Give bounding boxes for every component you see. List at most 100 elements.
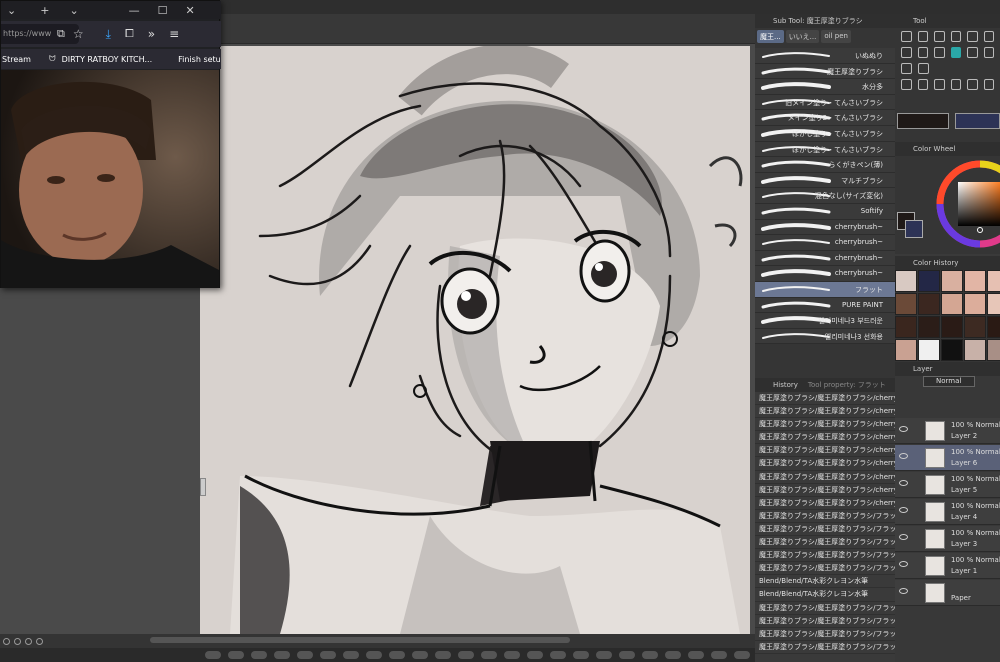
history-tab[interactable]: History: [773, 381, 798, 389]
color-swatch[interactable]: [895, 270, 917, 292]
brush-item[interactable]: PURE PAINT: [755, 297, 895, 314]
toolbar-slot[interactable]: [734, 651, 750, 659]
visibility-eye-icon[interactable]: [899, 507, 908, 513]
subtool-tab[interactable]: 魔王...: [757, 30, 784, 43]
toolbar-slot[interactable]: [550, 651, 566, 659]
toolbar-slot[interactable]: [412, 651, 428, 659]
layer-row[interactable]: 100 % Normal Layer 3: [895, 526, 1000, 552]
wheel-sub-color[interactable]: [905, 220, 923, 238]
drawing-canvas[interactable]: [200, 46, 750, 634]
visibility-eye-icon[interactable]: [899, 453, 908, 459]
layer-row[interactable]: 100 % Normal Layer 2: [895, 418, 1000, 444]
overflow-icon[interactable]: »: [148, 27, 155, 41]
brush-item[interactable]: ぼかし塗り・てんさいブラシ: [755, 125, 895, 142]
bookmark-star-icon[interactable]: ☆: [73, 27, 84, 41]
toolbar-slot[interactable]: [458, 651, 474, 659]
subtool-tab[interactable]: いいえ...: [785, 30, 820, 43]
color-swatch[interactable]: [918, 316, 940, 338]
toolbar-slot[interactable]: [665, 651, 681, 659]
layer-row[interactable]: Paper: [895, 580, 1000, 606]
toolbar-slot[interactable]: [389, 651, 405, 659]
sub-color-swatch[interactable]: [955, 113, 1000, 129]
new-tab-button[interactable]: +: [40, 4, 49, 17]
history-item[interactable]: 魔王厚塗りブラシ/魔王厚塗りブラシ/フラット: [755, 523, 895, 537]
brush-item[interactable]: ぼかし塗り・てんさいブラシ: [755, 141, 895, 158]
main-color-swatch[interactable]: [897, 113, 949, 129]
brush-item[interactable]: 엘리미네나3 부드러운: [755, 313, 895, 329]
brush-item[interactable]: cherrybrush~: [755, 266, 895, 282]
brush-item[interactable]: らくがきペン(薄): [755, 157, 895, 173]
history-item[interactable]: 魔王厚塗りブラシ/魔王厚塗りブラシ/cherrybrush~: [755, 457, 895, 471]
toolbar-slot[interactable]: [688, 651, 704, 659]
history-item[interactable]: 魔王厚塗りブラシ/魔王厚塗りブラシ/cherrybrush~: [755, 405, 895, 419]
brush-tool-icon[interactable]: [950, 46, 961, 58]
move-tool-icon[interactable]: [934, 30, 945, 42]
bookmark-item[interactable]: Finish setup: [178, 55, 221, 64]
flip-icon[interactable]: [36, 637, 43, 645]
color-swatch[interactable]: [964, 339, 986, 361]
color-swatch[interactable]: [964, 293, 986, 315]
color-swatch[interactable]: [941, 293, 963, 315]
toolbar-slot[interactable]: [343, 651, 359, 659]
color-swatch[interactable]: [941, 270, 963, 292]
color-swatch[interactable]: [895, 339, 917, 361]
history-item[interactable]: 魔王厚塗りブラシ/魔王厚塗りブラシ/cherrybrush~: [755, 497, 895, 510]
color-swatch[interactable]: [987, 293, 1000, 315]
download-icon[interactable]: ⤓: [106, 27, 111, 42]
layer-row[interactable]: 100 % Normal Layer 6: [895, 445, 1000, 471]
decoration-tool-icon[interactable]: [901, 62, 912, 74]
color-mix-tool-icon[interactable]: [934, 46, 945, 58]
color-swatch[interactable]: [964, 270, 986, 292]
airbrush-tool-icon[interactable]: [967, 46, 978, 58]
history-item[interactable]: 魔王厚塗りブラシ/魔王厚塗りブラシ/フラット: [755, 602, 895, 615]
toolbar-slot[interactable]: [228, 651, 244, 659]
history-item[interactable]: 魔王厚塗りブラシ/魔王厚塗りブラシ/フラット: [755, 549, 895, 563]
operation-tool-icon[interactable]: [950, 30, 961, 42]
history-item[interactable]: 魔王厚塗りブラシ/魔王厚塗りブラシ/cherrybrush~: [755, 444, 895, 458]
maximize-button[interactable]: ☐: [158, 4, 168, 17]
color-swatch[interactable]: [895, 293, 917, 315]
brush-item[interactable]: cherrybrush~: [755, 219, 895, 236]
layer-row[interactable]: 100 % Normal Layer 4: [895, 499, 1000, 525]
hand-tool-icon[interactable]: [917, 30, 928, 42]
horizontal-scrollbar[interactable]: [150, 637, 570, 643]
screenshot-icon[interactable]: ⧉: [57, 27, 65, 41]
subtool-tab[interactable]: oil pen: [821, 30, 851, 43]
brush-item[interactable]: フラット: [755, 281, 895, 298]
pencil-tool-icon[interactable]: [917, 46, 928, 58]
brush-item[interactable]: 水分多: [755, 79, 895, 95]
canvas-edge-handle[interactable]: [200, 478, 206, 496]
brush-item[interactable]: いぬぬり: [755, 48, 895, 64]
brush-item[interactable]: 混色なし(サイズ変化): [755, 188, 895, 204]
brush-item[interactable]: 魔王厚塗りブラシ: [755, 63, 895, 80]
fill-tool-icon[interactable]: [901, 78, 912, 90]
toolbar-slot[interactable]: [251, 651, 267, 659]
toolbar-slot[interactable]: [573, 651, 589, 659]
figure-tool-icon[interactable]: [934, 78, 945, 90]
visibility-eye-icon[interactable]: [899, 561, 908, 567]
blend-mode-select[interactable]: Normal: [923, 376, 975, 387]
color-swatch[interactable]: [918, 293, 940, 315]
history-item[interactable]: 魔王厚塗りブラシ/魔王厚塗りブラシ/フラット: [755, 562, 895, 576]
close-button[interactable]: ✕: [186, 4, 195, 17]
extensions-icon[interactable]: ⧠: [125, 27, 134, 41]
color-swatch[interactable]: [987, 270, 1000, 292]
toolbar-slot[interactable]: [527, 651, 543, 659]
toolbar-slot[interactable]: [481, 651, 497, 659]
color-wheel[interactable]: [935, 156, 1000, 252]
grid-tool-icon[interactable]: [918, 62, 929, 74]
history-item[interactable]: 魔王厚塗りブラシ/魔王厚塗りブラシ/cherrybrush~: [755, 484, 895, 497]
color-swatch[interactable]: [987, 339, 1000, 361]
history-item[interactable]: 魔王厚塗りブラシ/魔王厚塗りブラシ/フラット: [755, 536, 895, 550]
history-item[interactable]: 魔王厚塗りブラシ/魔王厚塗りブラシ/cherrybrush~: [755, 471, 895, 484]
brush-item[interactable]: マルチブラシ: [755, 172, 895, 189]
video-player[interactable]: [1, 70, 219, 288]
url-input[interactable]: [1, 24, 79, 44]
rotate-right-icon[interactable]: [25, 637, 32, 645]
history-item[interactable]: 魔王厚塗りブラシ/魔王厚塗りブラシ/cherrybrush~: [755, 418, 895, 432]
zoom-tool-icon[interactable]: [901, 30, 912, 42]
visibility-eye-icon[interactable]: [899, 534, 908, 540]
toolbar-slot[interactable]: [596, 651, 612, 659]
tab-dropdown-icon[interactable]: ⌄: [7, 4, 16, 17]
eraser-tool-icon[interactable]: [983, 46, 994, 58]
